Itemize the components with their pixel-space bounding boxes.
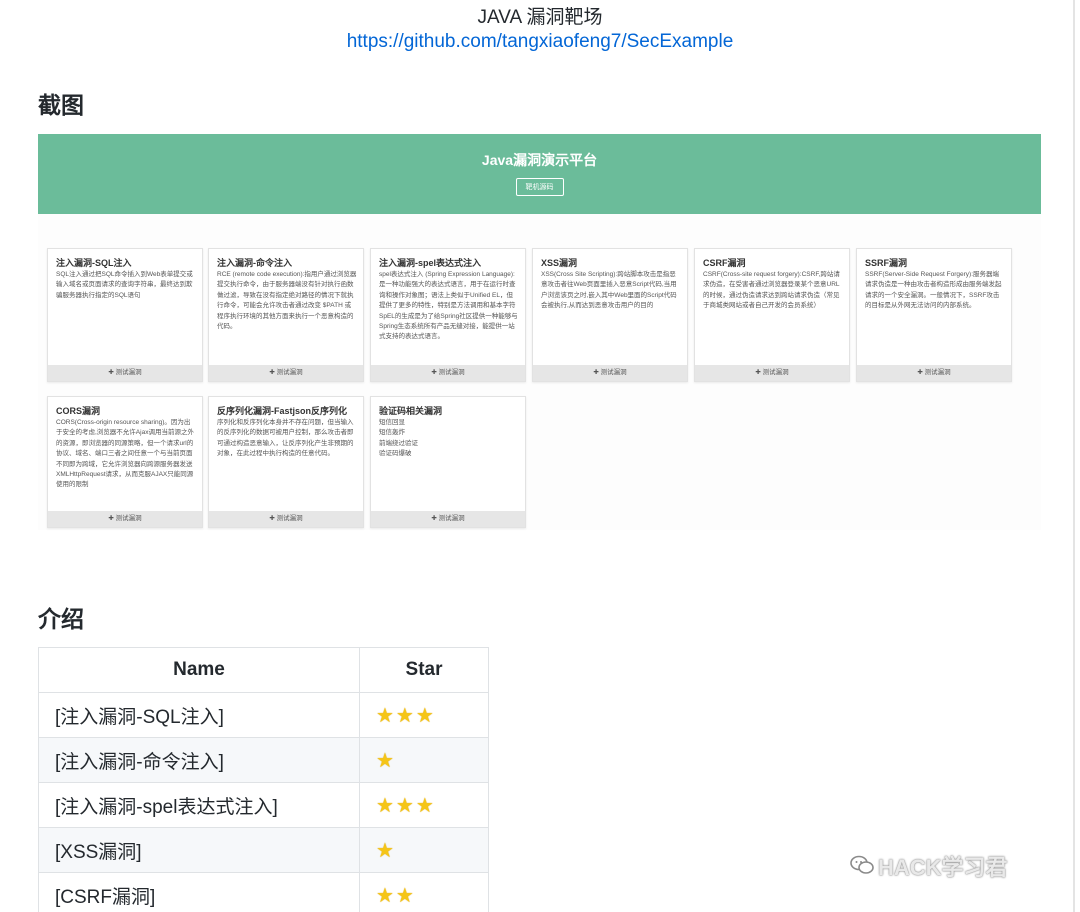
watermark-text: HACK学习君 [878, 855, 1008, 880]
card-title: 注入漏洞-SQL注入 [56, 258, 132, 268]
card-description: 序列化和反序列化本身并不存在问题，但当输入的反序列化的数据可被用户控制，那么攻击… [217, 419, 354, 458]
card-description: XSS(Cross Site Scripting):跨站脚本攻击是指恶意攻击者往… [541, 271, 677, 310]
test-vuln-button[interactable]: ✚ 测试漏洞 [533, 365, 687, 381]
card-title: CSRF漏洞 [703, 258, 746, 268]
card-description: SSRF(Server-Side Request Forgery):服务器端请求… [865, 271, 1002, 310]
card-title: 注入漏洞-spel表达式注入 [379, 258, 482, 268]
card-description: CORS(Cross-origin resource sharing)。因为出于… [56, 419, 194, 489]
card-title: 反序列化漏洞-Fastjson反序列化 [217, 406, 348, 416]
vuln-card-sql-injection: 注入漏洞-SQL注入 SQL注入通过把SQL命令插入到Web表单提交或输入域名或… [47, 248, 203, 382]
vuln-name-cell: [XSS漏洞] [38, 827, 360, 873]
test-vuln-button[interactable]: ✚ 测试漏洞 [695, 365, 849, 381]
platform-title: Java漏洞演示平台 [481, 152, 598, 168]
card-description: SQL注入通过把SQL命令插入到Web表单提交或输入域名或页面请求的查询字符串，… [56, 271, 193, 299]
vuln-card-csrf: CSRF漏洞 CSRF(Cross-site request forgery):… [694, 248, 850, 382]
vuln-card-cors: CORS漏洞 CORS(Cross-origin resource sharin… [47, 396, 203, 528]
vuln-card-xss: XSS漏洞 XSS(Cross Site Scripting):跨站脚本攻击是指… [532, 248, 688, 382]
table-row: [CSRF漏洞] ★★ [38, 872, 489, 912]
page-title: JAVA 漏洞靶场 [477, 7, 603, 28]
page-right-border [1073, 0, 1075, 912]
star-rating: ★★★ [376, 794, 436, 817]
test-vuln-button[interactable]: ✚ 测试漏洞 [371, 511, 525, 527]
vuln-name-cell: [CSRF漏洞] [38, 872, 360, 912]
source-code-button[interactable]: 靶机源码 [515, 178, 564, 196]
vuln-card-spel-injection: 注入漏洞-spel表达式注入 spel表达式注入 (Spring Express… [370, 248, 526, 382]
star-rating: ★★★ [376, 704, 436, 727]
wechat-icon [850, 855, 874, 880]
test-vuln-button[interactable]: ✚ 测试漏洞 [371, 365, 525, 381]
section-heading-intro: 介绍 [38, 606, 84, 632]
card-title: XSS漏洞 [541, 258, 578, 268]
vuln-card-captcha: 验证码相关漏洞 短信回显 短信轰炸 前端绕过验证 验证码爆破 ✚ 测试漏洞 [370, 396, 526, 528]
star-rating: ★★ [376, 884, 416, 907]
column-header-star: Star [359, 647, 489, 693]
table-row: [注入漏洞-SQL注入] ★★★ [38, 692, 489, 738]
test-vuln-button[interactable]: ✚ 测试漏洞 [209, 365, 363, 381]
column-header-name: Name [38, 647, 360, 693]
platform-banner: Java漏洞演示平台 靶机源码 [38, 134, 1041, 214]
test-vuln-button[interactable]: ✚ 测试漏洞 [209, 511, 363, 527]
vuln-card-command-injection: 注入漏洞-命令注入 RCE (remote code execution):指用… [208, 248, 364, 382]
test-vuln-button[interactable]: ✚ 测试漏洞 [48, 511, 202, 527]
card-title: SSRF漏洞 [865, 258, 908, 268]
card-description: RCE (remote code execution):指用户通过浏览器提交执行… [217, 271, 357, 331]
vuln-name-cell: [注入漏洞-spel表达式注入] [38, 782, 360, 828]
card-title: 验证码相关漏洞 [379, 406, 443, 416]
card-description: CSRF(Cross-site request forgery):CSRF,跨站… [703, 271, 840, 310]
platform-screenshot: Java漏洞演示平台 靶机源码 注入漏洞-SQL注入 SQL注入通过把SQL命令… [38, 134, 1041, 530]
table-header-row: Name Star [38, 647, 489, 693]
card-description: spel表达式注入 (Spring Expression Language):是… [379, 271, 518, 341]
vuln-card-ssrf: SSRF漏洞 SSRF(Server-Side Request Forgery)… [856, 248, 1012, 382]
table-row: [XSS漏洞] ★ [38, 827, 489, 873]
table-row: [注入漏洞-命令注入] ★ [38, 737, 489, 783]
vuln-card-fastjson: 反序列化漏洞-Fastjson反序列化 序列化和反序列化本身并不存在问题，但当输… [208, 396, 364, 528]
card-description: 短信回显 短信轰炸 前端绕过验证 验证码爆破 [379, 419, 418, 458]
star-rating: ★ [376, 839, 396, 862]
section-heading-screenshot: 截图 [38, 92, 84, 118]
test-vuln-button[interactable]: ✚ 测试漏洞 [857, 365, 1011, 381]
repo-link[interactable]: https://github.com/tangxiaofeng7/SecExam… [0, 31, 1080, 53]
table-row: [注入漏洞-spel表达式注入] ★★★ [38, 782, 489, 828]
intro-table: Name Star [注入漏洞-SQL注入] ★★★ [注入漏洞-命令注入] ★… [38, 647, 489, 912]
card-title: CORS漏洞 [56, 406, 101, 416]
test-vuln-button[interactable]: ✚ 测试漏洞 [48, 365, 202, 381]
watermark: HACK学习君 [850, 850, 1008, 882]
vuln-name-cell: [注入漏洞-命令注入] [38, 737, 360, 783]
card-title: 注入漏洞-命令注入 [217, 258, 292, 268]
star-rating: ★ [376, 749, 396, 772]
vuln-name-cell: [注入漏洞-SQL注入] [38, 692, 360, 738]
